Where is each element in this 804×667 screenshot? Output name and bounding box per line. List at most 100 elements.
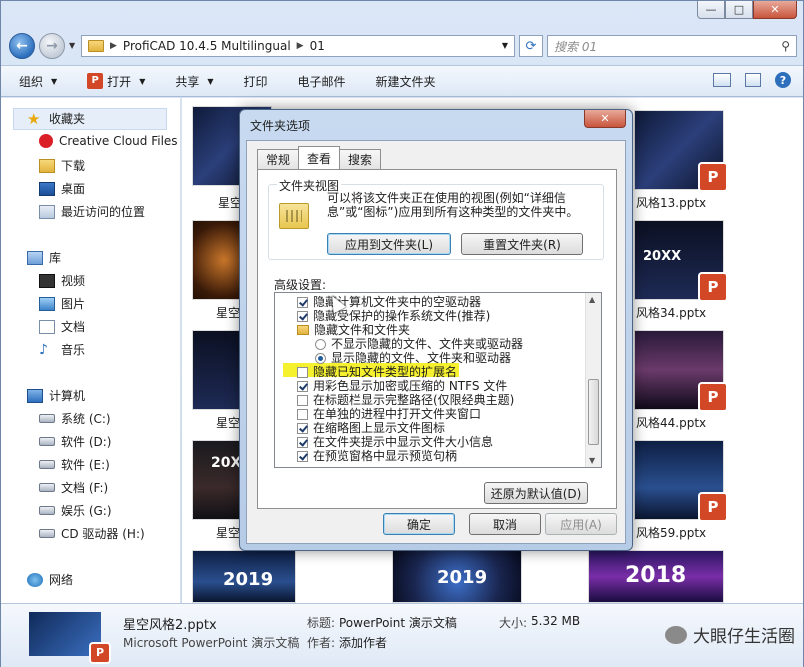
nav-label: 图片 <box>61 297 86 311</box>
scroll-up-icon[interactable]: ▲ <box>589 295 595 304</box>
details-title-value[interactable]: PowerPoint 演示文稿 <box>339 614 457 631</box>
new-folder-button[interactable]: 新建文件夹 <box>376 73 436 90</box>
minimize-button[interactable]: — <box>697 1 725 19</box>
search-input[interactable]: 搜索 01 ⚲ <box>547 35 797 57</box>
explorer-window: — □ ✕ ← → ▼ ▶ ProfiCAD 10.4.5 Multilingu… <box>0 0 804 667</box>
file-thumbnail[interactable]: 2019 <box>192 550 296 603</box>
nav-item-desktop[interactable]: 桌面 <box>39 180 85 197</box>
nav-item-drive-c[interactable]: 系统 (C:) <box>39 410 111 427</box>
setting-folder-tip-size[interactable]: 在文件夹提示中显示文件大小信息 <box>297 435 493 449</box>
file-label[interactable]: 星空 <box>216 414 240 431</box>
maximize-button[interactable]: □ <box>725 1 753 19</box>
file-thumbnail[interactable]: 2019 <box>392 550 522 603</box>
checkbox[interactable] <box>297 296 308 308</box>
cancel-button[interactable]: 取消 <box>469 513 541 535</box>
email-label: 电子邮件 <box>297 74 346 89</box>
restore-defaults-button[interactable]: 还原为默认值(D) <box>484 482 588 504</box>
change-view-icon[interactable] <box>713 73 731 87</box>
checkbox[interactable] <box>297 310 308 322</box>
apply-button[interactable]: 应用(A) <box>545 513 617 535</box>
radio-button[interactable] <box>315 338 326 350</box>
nav-item-drive-e[interactable]: 软件 (E:) <box>39 456 110 473</box>
setting-dont-show-hidden[interactable]: 不显示隐藏的文件、文件夹或驱动器 <box>315 337 523 351</box>
nav-item-drive-h[interactable]: CD 驱动器 (H:) <box>39 525 145 542</box>
checkbox[interactable] <box>297 450 308 462</box>
setting-thumbnail-icons[interactable]: 在缩略图上显示文件图标 <box>297 421 445 435</box>
checkbox[interactable] <box>297 422 308 434</box>
scroll-down-icon[interactable]: ▼ <box>589 456 595 465</box>
file-label[interactable]: 风格13.pptx <box>636 194 706 211</box>
search-icon[interactable]: ⚲ <box>781 39 790 53</box>
close-button[interactable]: ✕ <box>753 1 797 19</box>
checkbox[interactable] <box>297 394 308 406</box>
refresh-button[interactable]: ⟳ <box>519 35 543 57</box>
nav-item-downloads[interactable]: 下载 <box>39 157 85 174</box>
radio-button[interactable] <box>315 352 326 364</box>
nav-item-recent[interactable]: 最近访问的位置 <box>39 203 145 220</box>
back-button[interactable]: ← <box>9 33 35 59</box>
nav-libraries[interactable]: 库 <box>27 249 61 266</box>
tab-search[interactable]: 搜索 <box>339 149 382 169</box>
breadcrumb-proficad[interactable]: ProfiCAD 10.4.5 Multilingual <box>123 39 291 53</box>
nav-label: 系统 (C:) <box>61 412 111 426</box>
nav-network[interactable]: 网络 <box>27 571 73 588</box>
file-label[interactable]: 风格34.pptx <box>636 304 706 321</box>
folder-view-description: 可以将该文件夹正在使用的视图(例如“详细信息”或“图标”)应用到所有这种类型的文… <box>327 191 579 219</box>
setting-hide-extensions[interactable]: 隐藏已知文件类型的扩展名 <box>297 365 457 379</box>
nav-item-music[interactable]: ♪ 音乐 <box>39 341 85 358</box>
checkbox[interactable] <box>297 408 308 420</box>
nav-computer[interactable]: 计算机 <box>27 387 85 404</box>
breadcrumb-01[interactable]: 01 <box>310 39 325 53</box>
checkbox[interactable] <box>297 380 308 392</box>
chevron-right-icon[interactable]: ▶ <box>297 41 304 51</box>
tab-general[interactable]: 常规 <box>257 149 300 169</box>
ok-button[interactable]: 确定 <box>383 513 455 535</box>
setting-show-hidden[interactable]: 显示隐藏的文件、文件夹和驱动器 <box>315 351 511 365</box>
setting-color-ntfs[interactable]: 用彩色显示加密或压缩的 NTFS 文件 <box>297 379 507 393</box>
file-label[interactable]: 星空 <box>216 524 240 541</box>
drive-icon <box>39 460 55 469</box>
email-button[interactable]: 电子邮件 <box>298 73 346 90</box>
nav-item-drive-g[interactable]: 娱乐 (G:) <box>39 502 112 519</box>
scrollbar[interactable]: ▲ ▼ <box>585 293 601 467</box>
scrollbar-thumb[interactable] <box>588 379 599 445</box>
setting-preview-handlers[interactable]: 在预览窗格中显示预览句柄 <box>297 449 457 463</box>
nav-item-creative-cloud[interactable]: Creative Cloud Files <box>39 134 178 148</box>
nav-item-videos[interactable]: 视频 <box>39 272 85 289</box>
open-button[interactable]: P 打开 ▼ <box>87 73 145 90</box>
print-button[interactable]: 打印 <box>244 73 268 90</box>
checkbox[interactable] <box>297 366 308 378</box>
setting-hide-empty-drives[interactable]: 隐藏计算机文件夹中的空驱动器 <box>297 295 481 309</box>
help-icon[interactable]: ? <box>775 72 791 88</box>
share-button[interactable]: 共享 ▼ <box>175 73 213 90</box>
reset-folders-button[interactable]: 重置文件夹(R) <box>461 233 583 255</box>
dialog-close-button[interactable]: ✕ <box>584 110 626 128</box>
setting-full-path-title[interactable]: 在标题栏显示完整路径(仅限经典主题) <box>297 393 514 407</box>
network-icon <box>27 572 43 587</box>
advanced-settings-list[interactable]: 隐藏计算机文件夹中的空驱动器 隐藏受保护的操作系统文件(推荐) 隐藏文件和文件夹… <box>274 292 602 468</box>
organize-button[interactable]: 组织 ▼ <box>19 73 57 90</box>
recent-pages-dropdown[interactable]: ▼ <box>69 41 75 50</box>
checkbox[interactable] <box>297 436 308 448</box>
nav-favorites[interactable]: ★ 收藏夹 <box>27 110 85 127</box>
setting-hide-protected-files[interactable]: 隐藏受保护的操作系统文件(推荐) <box>297 309 490 323</box>
address-bar[interactable]: ▶ ProfiCAD 10.4.5 Multilingual ▶ 01 ▼ <box>81 35 515 57</box>
nav-item-drive-d[interactable]: 软件 (D:) <box>39 433 111 450</box>
nav-item-documents[interactable]: 文档 <box>39 318 85 335</box>
file-label[interactable]: 风格44.pptx <box>636 414 706 431</box>
chevron-right-icon[interactable]: ▶ <box>110 41 117 51</box>
file-label[interactable]: 星空 <box>216 304 240 321</box>
file-label[interactable]: 风格59.pptx <box>636 524 706 541</box>
toolbar-right: ? <box>713 72 791 88</box>
nav-item-drive-f[interactable]: 文档 (F:) <box>39 479 108 496</box>
details-size-value: 5.32 MB <box>531 614 581 628</box>
setting-separate-process[interactable]: 在单独的进程中打开文件夹窗口 <box>297 407 481 421</box>
file-thumbnail[interactable]: 2018 <box>588 550 724 603</box>
nav-item-pictures[interactable]: 图片 <box>39 295 85 312</box>
preview-pane-icon[interactable] <box>745 73 761 87</box>
details-author-value[interactable]: 添加作者 <box>339 634 387 651</box>
chevron-down-icon[interactable]: ▼ <box>502 41 508 50</box>
tab-view[interactable]: 查看 <box>298 146 341 169</box>
forward-button[interactable]: → <box>39 33 65 59</box>
apply-to-folders-button[interactable]: 应用到文件夹(L) <box>327 233 451 255</box>
